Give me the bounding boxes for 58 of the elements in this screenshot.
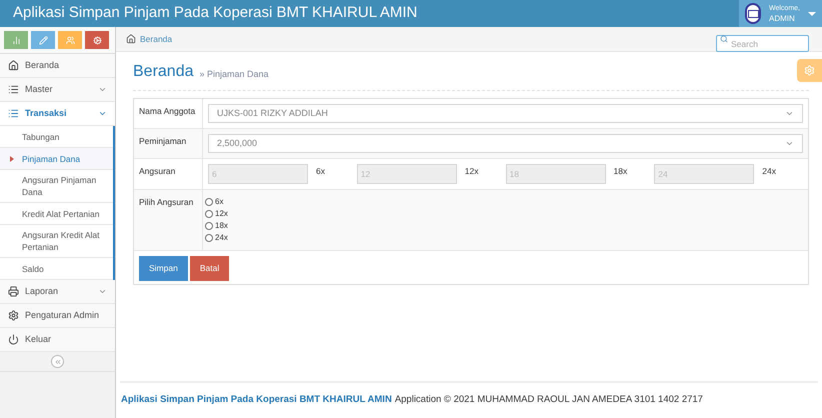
user-name: ADMIN: [769, 14, 796, 24]
installment-suffix: 18x: [614, 165, 628, 178]
list-icon: [8, 84, 19, 95]
chart-icon: [12, 36, 20, 44]
chevron-icon: [98, 287, 107, 296]
cancel-button[interactable]: Batal: [190, 256, 230, 281]
chevron-icon: [785, 139, 794, 148]
caret-icon: [808, 12, 816, 16]
sidebar-item[interactable]: Master: [0, 78, 115, 102]
chevron-icon: [785, 109, 794, 118]
installment-suffix: 12x: [464, 165, 478, 178]
settings-icon: [804, 65, 815, 76]
field-label: Angsuran: [134, 159, 203, 189]
sidebar-item[interactable]: Laporan: [0, 280, 115, 304]
page-subtitle: » Pinjaman Dana: [200, 68, 269, 81]
list-icon: [8, 108, 19, 119]
save-button[interactable]: Simpan: [139, 256, 188, 281]
search-icon: [720, 35, 728, 43]
page-title: Beranda: [133, 62, 194, 82]
member-select[interactable]: UJKS-001 RIZKY ADDILAH: [208, 104, 803, 123]
footer-text: Application © 2021 MUHAMMAD RAOUL JAN AMEDEA 3101 1402 2717: [394, 393, 703, 408]
chevron-icon: [98, 85, 107, 94]
avatar-icon: [745, 3, 761, 24]
shortcut-button[interactable]: [31, 31, 55, 49]
collapse-sidebar-button[interactable]: [51, 355, 64, 368]
printer-icon: [8, 286, 19, 297]
installment-radio[interactable]: 24x: [205, 232, 228, 244]
double-chevron-icon: [54, 358, 62, 366]
breadcrumb-link[interactable]: Beranda: [140, 32, 172, 46]
installment-suffix: 24x: [762, 165, 776, 178]
settings-button[interactable]: [797, 59, 822, 82]
users-icon: [66, 36, 74, 44]
search-field[interactable]: Search: [716, 35, 809, 52]
installment-radio[interactable]: 18x: [205, 220, 228, 232]
installment-radio[interactable]: 12x: [205, 208, 228, 220]
caret-icon: [10, 156, 14, 162]
installment-suffix: 6x: [316, 165, 325, 178]
sidebar-item[interactable]: Beranda: [0, 54, 115, 78]
loan-select[interactable]: 2,500,000: [208, 134, 803, 153]
sidebar-item[interactable]: Keluar: [0, 328, 115, 352]
settings-icon: [8, 310, 19, 321]
sidebar-item[interactable]: Pengaturan Admin: [0, 304, 115, 328]
shortcut-button[interactable]: [58, 31, 82, 49]
shortcut-button[interactable]: [85, 31, 109, 49]
home-icon: [126, 34, 136, 44]
pencil-icon: [38, 36, 48, 44]
field-label: Nama Anggota: [134, 99, 203, 128]
submenu-item[interactable]: Pinjaman Dana: [0, 148, 113, 170]
shortcut-button[interactable]: [4, 31, 28, 49]
field-label: Pilih Angsuran: [134, 190, 203, 250]
field-label: Peminjaman: [134, 129, 203, 158]
chevron-icon: [98, 109, 107, 118]
app-title: Aplikasi Simpan Pinjam Pada Koperasi BMT KHAIRUL AMIN: [12, 3, 418, 24]
power-icon: [8, 334, 19, 345]
gears-icon: [92, 36, 102, 44]
footer-link[interactable]: Aplikasi Simpan Pinjam Pada Koperasi BMT KHAIRUL AMIN: [121, 393, 392, 408]
home-icon: [8, 60, 19, 71]
installment-radio[interactable]: 6x: [205, 196, 224, 208]
